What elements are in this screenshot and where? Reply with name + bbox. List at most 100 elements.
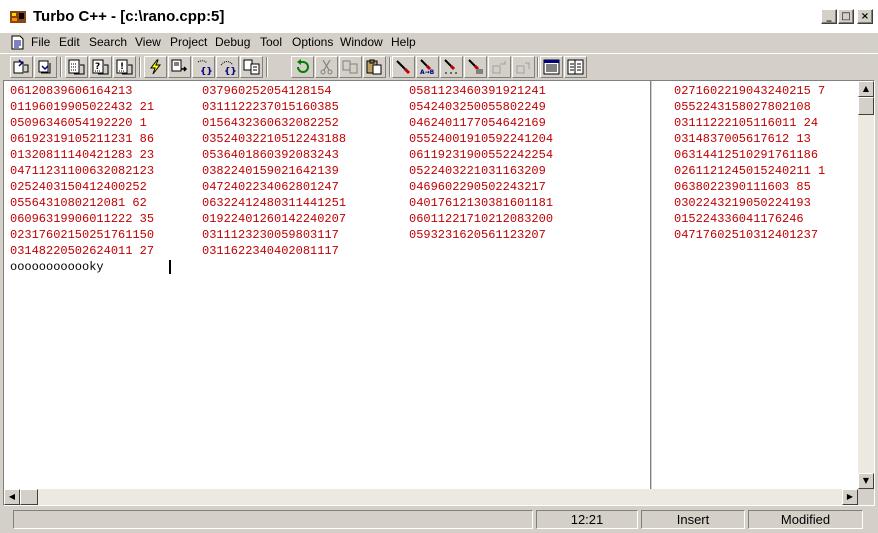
number-line: 0581123460391921241 xyxy=(409,84,546,98)
close-button[interactable]: × xyxy=(857,9,873,24)
maximize-button[interactable]: □ xyxy=(838,9,854,24)
window-tile-icon xyxy=(543,59,560,75)
minimize-button[interactable]: _ xyxy=(821,9,837,24)
step-over-button[interactable]: {} xyxy=(216,56,239,78)
make-button[interactable] xyxy=(144,56,167,78)
number-line: 0536401860392083243 xyxy=(202,148,339,162)
scroll-down-button[interactable]: ▼ xyxy=(858,473,874,489)
browse-forward-icon xyxy=(516,62,530,74)
cut-button[interactable] xyxy=(315,56,338,78)
step-into-button[interactable] xyxy=(168,56,191,78)
number-line: 04711231100632082123 xyxy=(10,164,155,178)
trace-into-icon: {} xyxy=(197,60,212,75)
binary-file-query-button[interactable]: ? xyxy=(89,56,112,78)
code-editor[interactable]: 06120839606164213 01196019905022432 21 0… xyxy=(4,81,858,489)
binary-file-icon xyxy=(68,59,85,75)
menu-view[interactable]: View xyxy=(135,35,161,50)
number-line: 0156432360632082252 xyxy=(202,116,339,130)
status-insert-mode: Insert xyxy=(641,510,745,529)
number-line: 03148220502624011 27 xyxy=(10,244,155,258)
browse-back-button[interactable] xyxy=(488,56,511,78)
copy-icon xyxy=(342,60,358,74)
scroll-left-button[interactable]: ◀ xyxy=(4,489,20,505)
run-to-button[interactable] xyxy=(240,56,263,78)
menu-file[interactable]: File xyxy=(31,35,50,50)
copy-button[interactable] xyxy=(339,56,362,78)
paste-button[interactable] xyxy=(363,56,386,78)
scroll-right-button[interactable]: ▶ xyxy=(842,489,858,505)
number-line: 0593231620561123207 xyxy=(409,228,546,242)
editor-pane-right[interactable]: 0271602219043240215 7 055224315802780210… xyxy=(654,81,858,489)
number-line: 0311622340402081117 xyxy=(202,244,339,258)
menu-project[interactable]: Project xyxy=(170,35,207,50)
menu-tool[interactable]: Tool xyxy=(260,35,282,50)
window-cascade-icon xyxy=(567,59,584,75)
number-line: 0271602219043240215 7 xyxy=(674,84,826,98)
cut-icon xyxy=(320,59,333,75)
number-column-4: 0271602219043240215 7 055224315802780210… xyxy=(674,83,825,243)
vertical-scroll-thumb[interactable] xyxy=(858,97,874,115)
open-project-icon xyxy=(13,59,29,74)
status-modified: Modified xyxy=(748,510,863,529)
menu-options[interactable]: Options xyxy=(292,35,333,50)
vertical-scrollbar[interactable]: ▲ ▼ xyxy=(858,81,874,489)
menu-window[interactable]: Window xyxy=(340,35,383,50)
horizontal-scrollbar[interactable]: ◀ ▶ xyxy=(4,489,858,505)
number-line: 0302243219050224193 xyxy=(674,196,811,210)
number-line: 01196019905022432 21 xyxy=(10,100,155,114)
number-line: 04717602510312401237 xyxy=(674,228,819,242)
window-cascade-button[interactable] xyxy=(564,56,587,78)
menu-help[interactable]: Help xyxy=(391,35,416,50)
number-line: 04017612130381601181 xyxy=(409,196,554,210)
menu-edit[interactable]: Edit xyxy=(59,35,80,50)
editor-pane-left[interactable]: 06120839606164213 01196019905022432 21 0… xyxy=(4,81,650,489)
status-cursor-position: 12:21 xyxy=(536,510,638,529)
scroll-up-button[interactable]: ▲ xyxy=(858,81,874,97)
window-tile-button[interactable] xyxy=(540,56,563,78)
find-button[interactable] xyxy=(392,56,415,78)
number-column-1: 06120839606164213 01196019905022432 21 0… xyxy=(10,83,154,259)
undo-button[interactable] xyxy=(291,56,314,78)
window-title: Turbo C++ - [c:\rano.cpp:5] xyxy=(33,8,225,25)
svg-text:{}: {} xyxy=(200,67,212,75)
number-line: 0469602290502243217 xyxy=(409,180,546,194)
toolbar: ? ! {} {} A→B xyxy=(0,53,878,80)
paste-icon xyxy=(366,59,382,75)
scrollbar-corner xyxy=(858,489,874,505)
number-line: 0522403221031163209 xyxy=(409,164,546,178)
number-line: 0542403250055802249 xyxy=(409,100,546,114)
document-icon[interactable] xyxy=(11,35,24,50)
add-breakpoint-button[interactable] xyxy=(464,56,487,78)
menu-search[interactable]: Search xyxy=(89,35,127,50)
binary-file-button[interactable] xyxy=(65,56,88,78)
number-line: 06096319906011222 35 xyxy=(10,212,155,226)
browse-forward-button[interactable] xyxy=(512,56,535,78)
number-line: 06120839606164213 xyxy=(10,84,133,98)
svg-text:{}: {} xyxy=(224,67,236,75)
step-over-icon: {} xyxy=(220,61,236,75)
number-line: 0638022390111603 85 xyxy=(674,180,811,194)
number-column-3: 0581123460391921241 0542403250055802249 … xyxy=(409,83,553,243)
binary-file-info-button[interactable]: ! xyxy=(113,56,136,78)
trace-into-button[interactable]: {} xyxy=(192,56,215,78)
status-message xyxy=(13,510,533,529)
toolbar-separator xyxy=(60,57,62,77)
replace-button[interactable]: A→B xyxy=(416,56,439,78)
toolbar-separator xyxy=(389,57,391,77)
save-project-button[interactable] xyxy=(34,56,57,78)
number-line: 03111222105116011 24 xyxy=(674,116,819,130)
number-column-2: 037960252054128154 0311122237015160385 0… xyxy=(202,83,346,259)
toolbar-separator xyxy=(266,57,268,77)
turbo-cpp-app-icon[interactable] xyxy=(9,9,27,25)
number-line: 0382240159021642139 xyxy=(202,164,339,178)
save-project-icon xyxy=(38,60,51,74)
menu-debug[interactable]: Debug xyxy=(215,35,250,50)
open-project-button[interactable] xyxy=(10,56,33,78)
number-line: 0552243158027802108 xyxy=(674,100,811,114)
pane-splitter[interactable] xyxy=(650,81,652,489)
horizontal-scroll-thumb[interactable] xyxy=(20,489,38,505)
number-line: 0252403150412400252 xyxy=(10,180,147,194)
number-line: 02317602150251761150 xyxy=(10,228,155,242)
browse-back-icon xyxy=(492,61,506,74)
search-again-button[interactable] xyxy=(440,56,463,78)
